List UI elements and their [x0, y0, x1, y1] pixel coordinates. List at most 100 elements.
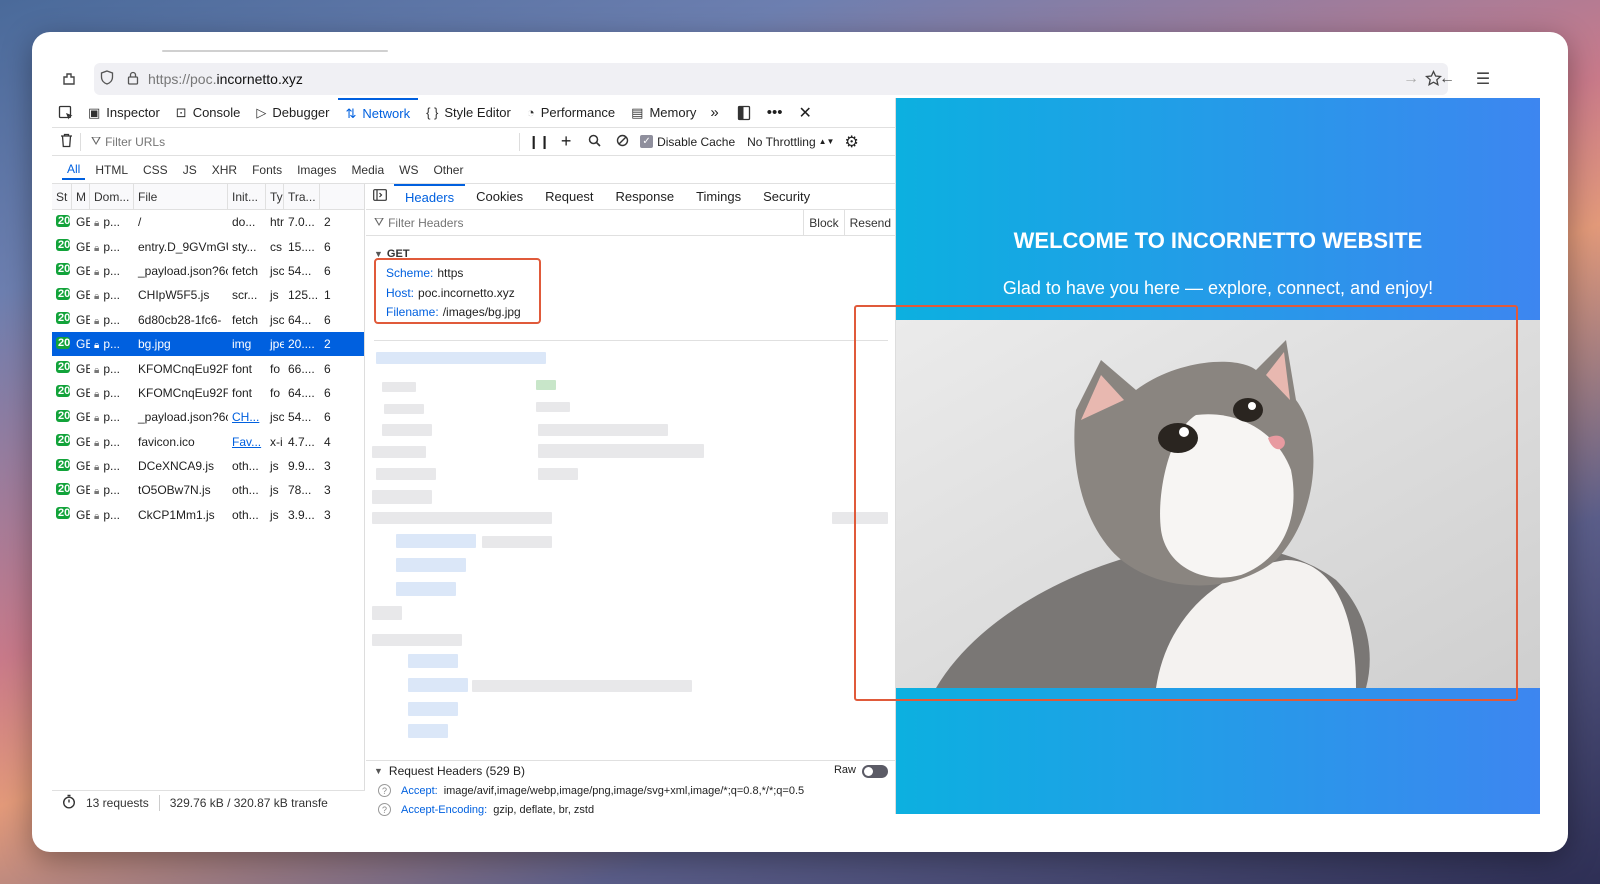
table-row[interactable]: 200GET🔒︎p...CHIpW5F5.jsscr...js125...1 — [52, 283, 364, 307]
throttling-select[interactable]: No Throttling ▲▼ — [747, 135, 834, 149]
column-header-method[interactable]: M — [72, 184, 90, 210]
gear-icon[interactable]: ⚙ — [844, 132, 858, 152]
hamburger-menu-icon[interactable]: ☰ — [1470, 66, 1496, 92]
tab-label: Memory — [649, 105, 697, 120]
table-row[interactable]: 200GET🔒︎p.../do...htr7.0...2 — [52, 210, 364, 234]
pause-icon[interactable]: ❙❙ — [526, 134, 552, 150]
tab-request[interactable]: Request — [534, 184, 604, 210]
table-row[interactable]: 200GET🔒︎p...entry.D_9GVmGUsty...cs15....… — [52, 234, 364, 258]
block-button[interactable]: Block — [803, 209, 843, 236]
tab-inspector[interactable]: ▣ Inspector — [80, 98, 168, 128]
lock-icon: 🔒︎ — [94, 437, 100, 449]
initiator-text: fetch — [232, 312, 259, 327]
extensions-icon[interactable] — [56, 66, 82, 92]
search-icon[interactable] — [580, 134, 608, 150]
type-filter-images[interactable]: Images — [292, 161, 341, 179]
type-cell: htr — [270, 215, 284, 230]
request-details-panel: Headers Cookies Request Response Timings… — [366, 183, 896, 816]
request-headers-title[interactable]: ▼ Request Headers (529 B) Raw — [366, 761, 896, 781]
initiator-text[interactable]: Fav... — [232, 435, 261, 449]
lock-icon[interactable] — [120, 71, 146, 88]
initiator-cell: fetch — [228, 264, 266, 278]
summary-value[interactable]: poc.incornetto.xyz — [418, 286, 515, 300]
help-icon[interactable]: ? — [378, 803, 391, 816]
tab-memory[interactable]: ▤ Memory — [623, 98, 704, 128]
column-header-initiator[interactable]: Init... — [228, 184, 266, 210]
url-text[interactable]: https://poc.incornetto.xyz — [148, 71, 303, 87]
tab-headers[interactable]: Headers — [394, 183, 466, 210]
table-row[interactable]: 200GET🔒︎p...DCeXNCA9.jsoth...js9.9...3 — [52, 454, 364, 478]
table-row[interactable]: 200GET🔒︎p..._payload.json?6cCH...jsc54..… — [52, 405, 364, 429]
tab-timings[interactable]: Timings — [685, 184, 752, 210]
filter-headers-input[interactable] — [388, 215, 804, 230]
redacted-block — [472, 680, 692, 692]
file-cell: CHIpW5F5.js — [138, 288, 210, 303]
back-arrow-icon[interactable]: ← — [1434, 66, 1460, 92]
table-row[interactable]: 200GET🔒︎p...CkCP1Mm1.jsoth...js3.9...3 — [52, 503, 364, 527]
type-filter-all[interactable]: All — [62, 160, 86, 180]
type-filter-ws[interactable]: WS — [394, 161, 423, 179]
tab-security[interactable]: Security — [752, 184, 821, 210]
table-row[interactable]: 200GET🔒︎p...6d80cb28-1fc6-fetchjsc64...6 — [52, 308, 364, 332]
transferred-cell: 125... — [288, 288, 319, 303]
table-row[interactable]: 200GET🔒︎p...tO5OBw7N.jsoth...js78...3 — [52, 478, 364, 502]
add-icon[interactable]: + — [552, 131, 580, 152]
type-filter-other[interactable]: Other — [428, 161, 468, 179]
redacted-block — [382, 382, 416, 392]
table-row[interactable]: 200GET🔒︎p...KFOMCnqEu92Frfontfo66....6 — [52, 356, 364, 380]
resend-button[interactable]: Resend — [843, 209, 896, 236]
navigation-bar: https://poc.incornetto.xyz → ← ☰ — [32, 60, 1568, 98]
initiator-cell[interactable]: CH... — [228, 410, 266, 424]
disable-cache-checkbox[interactable]: ✓ Disable Cache — [640, 135, 735, 149]
header-value[interactable]: image/avif,image/webp,image/png,image/sv… — [444, 785, 804, 797]
header-value[interactable]: gzip, deflate, br, zstd — [493, 804, 594, 816]
type-filter-media[interactable]: Media — [346, 161, 389, 179]
collapse-triangle-icon[interactable]: ▼ — [374, 766, 383, 776]
tab-debugger[interactable]: ▷ Debugger — [248, 98, 337, 128]
tab-console[interactable]: ⊡ Console — [168, 98, 249, 128]
initiator-cell: oth... — [228, 459, 266, 473]
tab-cookies[interactable]: Cookies — [465, 184, 534, 210]
table-row[interactable]: 200GET🔒︎p...bg.jpgimgjpe20....2 — [52, 331, 364, 357]
filter-urls-input[interactable] — [105, 134, 506, 149]
forward-arrow-icon[interactable]: → — [1398, 66, 1424, 92]
column-header-file[interactable]: File — [134, 184, 228, 210]
stopwatch-icon[interactable] — [52, 794, 86, 812]
trash-icon[interactable] — [52, 133, 80, 151]
url-bar[interactable]: https://poc.incornetto.xyz — [94, 63, 1448, 95]
summary-value[interactable]: https — [437, 266, 463, 280]
table-row[interactable]: 200GET🔒︎p...KFOMCnqEu92Frfontfo64....6 — [52, 381, 364, 405]
toggle-sidebar-icon[interactable] — [366, 189, 394, 204]
more-options-icon[interactable]: ••• — [759, 98, 791, 128]
type-filter-fonts[interactable]: Fonts — [247, 161, 287, 179]
help-icon[interactable]: ? — [378, 784, 391, 797]
summary-value[interactable]: /images/bg.jpg — [443, 305, 521, 319]
block-icon[interactable] — [608, 134, 636, 150]
close-devtools-icon[interactable]: ✕ — [791, 98, 820, 128]
size-cell: 2 — [324, 337, 331, 352]
column-header-domain[interactable]: Dom... — [90, 184, 134, 210]
tab-performance[interactable]: ◔ Performance — [519, 98, 623, 128]
type-filter-js[interactable]: JS — [178, 161, 202, 179]
element-picker-icon[interactable] — [52, 98, 80, 128]
type-filter-xhr[interactable]: XHR — [207, 161, 242, 179]
tab-style-editor[interactable]: { } Style Editor — [418, 98, 519, 128]
status-badge: 200 — [56, 409, 70, 422]
column-header-size[interactable] — [320, 184, 335, 210]
column-header-transferred[interactable]: Tra... — [284, 184, 320, 210]
dock-side-icon[interactable] — [729, 98, 759, 128]
column-header-type[interactable]: Ty — [266, 184, 284, 210]
shield-icon[interactable] — [94, 70, 120, 88]
raw-toggle[interactable] — [862, 765, 888, 778]
column-header-status[interactable]: St — [52, 184, 72, 210]
initiator-cell[interactable]: Fav... — [228, 435, 266, 449]
type-filter-html[interactable]: HTML — [90, 161, 133, 179]
table-row[interactable]: 200GET🔒︎p...favicon.icoFav...x-i4.7...4 — [52, 430, 364, 454]
tab-network[interactable]: ⇅ Network — [337, 97, 419, 128]
method-section[interactable]: ▼ GET — [366, 236, 896, 260]
table-row[interactable]: 200GET🔒︎p..._payload.json?6cfetchjsc54..… — [52, 259, 364, 283]
tab-response[interactable]: Response — [605, 184, 686, 210]
more-tabs-chevron-icon[interactable]: » — [704, 98, 728, 128]
initiator-text[interactable]: CH... — [232, 410, 259, 424]
type-filter-css[interactable]: CSS — [138, 161, 173, 179]
